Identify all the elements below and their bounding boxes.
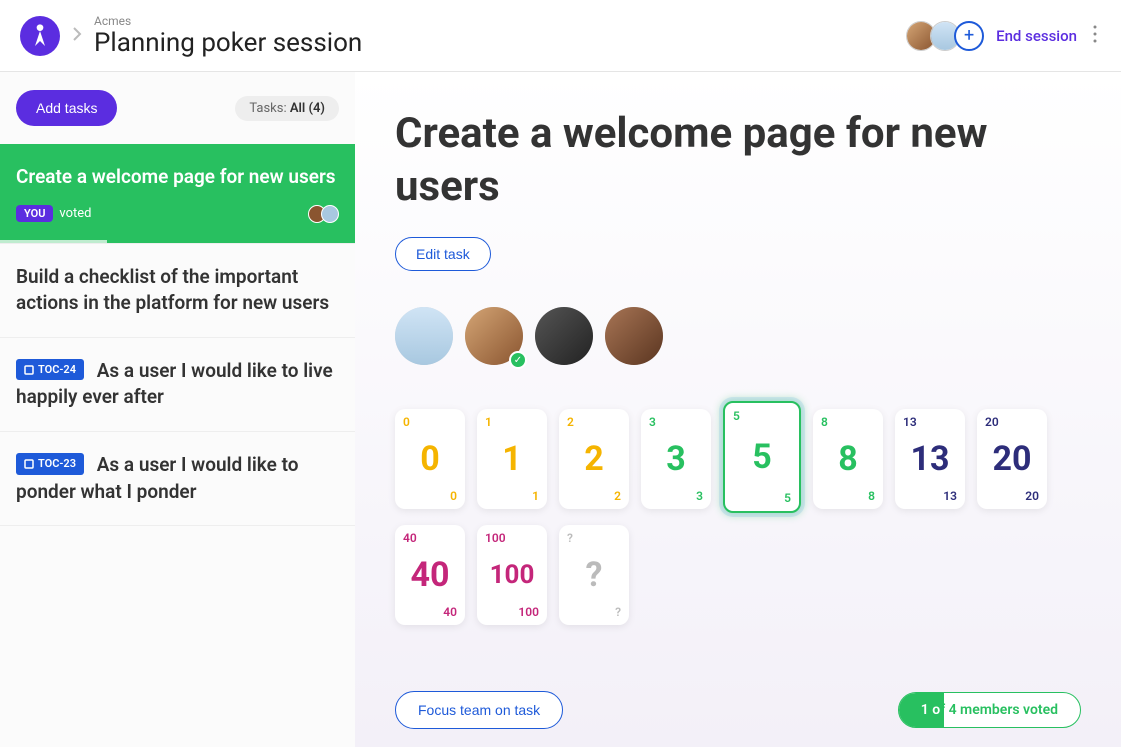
poker-card-40[interactable]: 40 40 40 xyxy=(395,525,465,625)
edit-task-button[interactable]: Edit task xyxy=(395,237,491,271)
header-avatar-group: + xyxy=(906,21,984,51)
header-left: Acmes Planning poker session xyxy=(20,14,362,58)
poker-card-2[interactable]: 222 xyxy=(559,409,629,509)
participants: ✓ xyxy=(395,307,1081,365)
card-corner: 5 xyxy=(784,491,791,505)
card-corner: 8 xyxy=(868,489,875,503)
poker-card-?[interactable]: ??? xyxy=(559,525,629,625)
card-value: 40 xyxy=(410,555,449,595)
card-corner: 8 xyxy=(821,415,828,429)
breadcrumb[interactable]: Acmes xyxy=(94,14,362,28)
card-value: 20 xyxy=(992,439,1031,479)
card-corner: 100 xyxy=(518,605,539,619)
card-value: 5 xyxy=(752,437,772,477)
participant-avatar[interactable] xyxy=(605,307,663,365)
title-group: Acmes Planning poker session xyxy=(94,14,362,58)
voted-status: 1 of 4 members voted xyxy=(898,692,1081,728)
mini-avatars xyxy=(313,205,339,223)
link-icon xyxy=(24,365,34,375)
tasks-filter-value: All (4) xyxy=(290,101,325,116)
session-title: Planning poker session xyxy=(94,28,362,58)
focus-team-button[interactable]: Focus team on task xyxy=(395,691,563,729)
card-value: 8 xyxy=(838,439,858,479)
card-value: 13 xyxy=(910,439,949,479)
sidebar: Add tasks Tasks: All (4) Create a welcom… xyxy=(0,72,355,747)
poker-card-100[interactable]: 100 100 100 xyxy=(477,525,547,625)
vote-badge: YOU voted xyxy=(16,205,92,222)
main-panel: Create a welcome page for new users Edit… xyxy=(355,72,1121,747)
link-icon xyxy=(24,459,34,469)
task-title: TOC-24 As a user I would like to live ha… xyxy=(16,358,339,411)
poker-card-0[interactable]: 000 xyxy=(395,409,465,509)
card-corner: ? xyxy=(615,605,621,619)
toc-badge: TOC-24 xyxy=(16,359,84,380)
card-corner: 20 xyxy=(985,415,999,429)
cards-grid: 0001112223335558881313132020204040401001… xyxy=(395,409,1081,625)
participant-avatar[interactable]: ✓ xyxy=(465,307,523,365)
voted-label: voted xyxy=(59,206,91,221)
card-value: 3 xyxy=(666,439,686,479)
task-item[interactable]: Create a welcome page for new users YOU … xyxy=(0,144,355,244)
task-item[interactable]: TOC-24 As a user I would like to live ha… xyxy=(0,338,355,432)
card-corner: 3 xyxy=(649,415,656,429)
check-icon: ✓ xyxy=(509,351,527,369)
voted-status-text: 1 of 4 members voted xyxy=(899,693,1080,727)
card-value: 0 xyxy=(420,439,440,479)
end-session-button[interactable]: End session xyxy=(996,27,1077,45)
you-pill: YOU xyxy=(16,205,53,222)
task-title: Build a checklist of the important actio… xyxy=(16,264,339,317)
card-value: 2 xyxy=(584,439,604,479)
task-item[interactable]: Build a checklist of the important actio… xyxy=(0,244,355,338)
header: Acmes Planning poker session + End sessi… xyxy=(0,0,1121,72)
sidebar-header: Add tasks Tasks: All (4) xyxy=(0,72,355,144)
card-corner: 1 xyxy=(532,489,539,503)
card-corner: ? xyxy=(567,531,573,545)
task-item[interactable]: TOC-23 As a user I would like to ponder … xyxy=(0,432,355,526)
mini-avatar xyxy=(321,205,339,223)
card-corner: 13 xyxy=(943,489,957,503)
card-value: ? xyxy=(586,555,603,595)
poker-card-1[interactable]: 111 xyxy=(477,409,547,509)
task-title: Create a welcome page for new users xyxy=(16,164,339,191)
tasks-filter-label: Tasks: xyxy=(249,101,290,116)
card-corner: 2 xyxy=(567,415,574,429)
card-value: 100 xyxy=(490,560,535,590)
tasks-filter[interactable]: Tasks: All (4) xyxy=(235,96,339,121)
header-right: + End session xyxy=(906,21,1101,51)
layout: Add tasks Tasks: All (4) Create a welcom… xyxy=(0,72,1121,747)
card-corner: 5 xyxy=(733,409,740,423)
card-corner: 40 xyxy=(403,531,417,545)
main-task-title: Create a welcome page for new users xyxy=(395,108,1081,213)
toc-badge: TOC-23 xyxy=(16,453,84,474)
card-corner: 13 xyxy=(903,415,917,429)
task-title: TOC-23 As a user I would like to ponder … xyxy=(16,452,339,505)
card-corner: 40 xyxy=(443,605,457,619)
poker-card-8[interactable]: 888 xyxy=(813,409,883,509)
poker-card-3[interactable]: 333 xyxy=(641,409,711,509)
card-corner: 20 xyxy=(1025,489,1039,503)
poker-card-20[interactable]: 20 20 20 xyxy=(977,409,1047,509)
card-corner: 1 xyxy=(485,415,492,429)
card-corner: 100 xyxy=(485,531,506,545)
poker-card-5[interactable]: 555 xyxy=(723,401,801,513)
card-value: 1 xyxy=(502,439,522,479)
add-member-button[interactable]: + xyxy=(954,21,984,51)
participant-avatar[interactable] xyxy=(395,307,453,365)
bottom-bar: Focus team on task 1 of 4 members voted xyxy=(395,691,1081,729)
card-corner: 3 xyxy=(696,489,703,503)
menu-dots-icon[interactable] xyxy=(1089,21,1101,51)
app-logo[interactable] xyxy=(20,16,60,56)
logo-icon xyxy=(30,22,50,50)
participant-avatar[interactable] xyxy=(535,307,593,365)
add-tasks-button[interactable]: Add tasks xyxy=(16,90,117,126)
task-meta: YOU voted xyxy=(16,205,339,223)
chevron-right-icon xyxy=(72,26,82,46)
card-corner: 0 xyxy=(403,415,410,429)
card-corner: 0 xyxy=(450,489,457,503)
poker-card-13[interactable]: 13 13 13 xyxy=(895,409,965,509)
card-corner: 2 xyxy=(614,489,621,503)
